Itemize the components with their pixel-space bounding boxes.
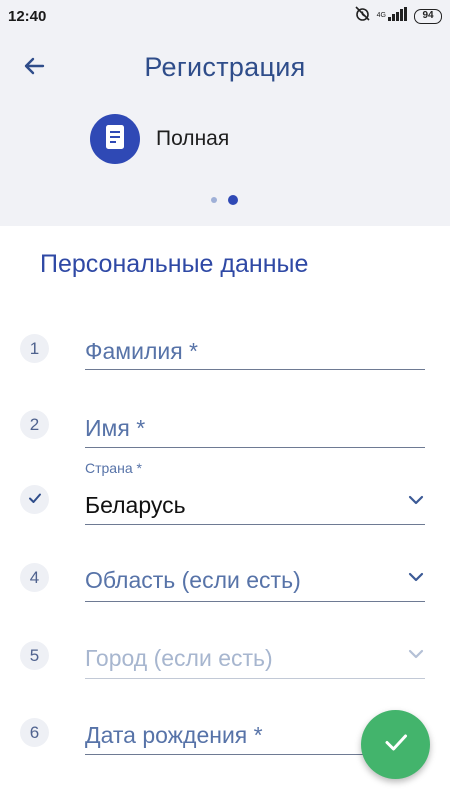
chevron-down-icon	[407, 491, 425, 509]
step-number: 6	[20, 718, 49, 747]
first-name-field: 2 Имя *	[0, 407, 450, 452]
status-icons: 4G 94	[354, 5, 442, 27]
status-bar: 12:40 4G 94	[0, 0, 450, 34]
checkmark-icon	[28, 490, 42, 510]
region-select[interactable]: Область (если есть)	[85, 560, 425, 602]
chevron-down-icon	[407, 568, 425, 586]
surname-input[interactable]: Фамилия *	[85, 330, 425, 370]
section-title: Персональные данные	[40, 250, 309, 278]
country-label: Страна *	[85, 460, 142, 476]
battery-indicator: 94	[414, 8, 442, 24]
birth-date-placeholder: Дата рождения *	[85, 722, 263, 748]
page-dot-active[interactable]	[228, 195, 238, 205]
region-field: 4 Область (если есть)	[0, 560, 450, 605]
mode-badge	[90, 114, 140, 164]
first-name-input[interactable]: Имя *	[85, 407, 425, 448]
mode-label: Полная	[156, 127, 230, 150]
signal-icon	[388, 6, 408, 26]
page-indicator	[211, 195, 238, 205]
step-number: 5	[20, 641, 49, 670]
header: Регистрация Полная	[0, 34, 450, 226]
status-time: 12:40	[8, 8, 47, 25]
surname-placeholder: Фамилия *	[85, 338, 199, 364]
country-select[interactable]: Беларусь	[85, 482, 425, 525]
region-placeholder: Область (если есть)	[85, 567, 301, 593]
step-number: 1	[20, 334, 49, 363]
network-label: 4G	[376, 12, 386, 19]
registration-mode[interactable]: Полная	[90, 114, 229, 164]
confirm-button[interactable]	[361, 710, 430, 779]
surname-field: 1 Фамилия *	[0, 330, 450, 375]
page-title: Регистрация	[144, 52, 306, 82]
city-placeholder: Город (если есть)	[85, 645, 273, 671]
checkmark-icon	[382, 728, 410, 761]
registration-screen: 12:40 4G 94 Регистрация Полная Персональ…	[0, 0, 450, 800]
chevron-down-icon	[407, 645, 425, 663]
first-name-placeholder: Имя *	[85, 415, 146, 441]
alarm-off-icon	[354, 5, 371, 27]
check-step	[20, 485, 49, 514]
country-value: Беларусь	[85, 492, 186, 518]
page-dot[interactable]	[211, 197, 217, 203]
step-number: 2	[20, 410, 49, 439]
document-icon	[104, 124, 126, 155]
step-number: 4	[20, 563, 49, 592]
city-field: 5 Город (если есть)	[0, 638, 450, 683]
city-select[interactable]: Город (если есть)	[85, 638, 425, 679]
country-field: Страна * Беларусь	[0, 458, 450, 528]
